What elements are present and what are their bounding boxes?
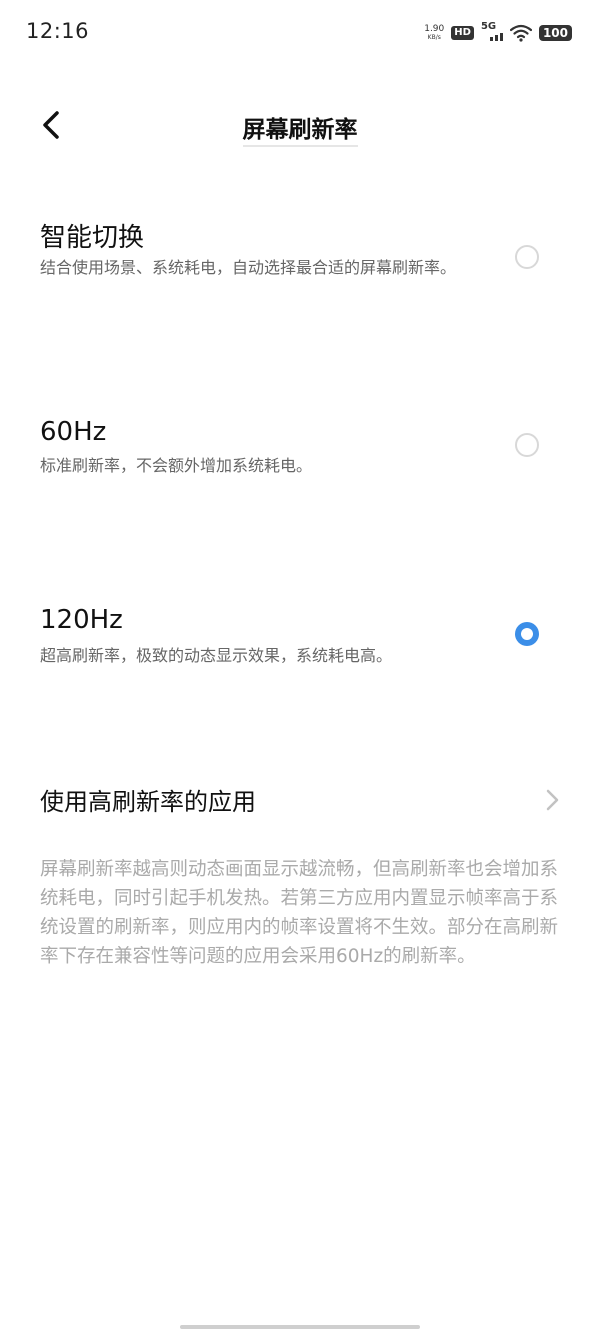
wifi-icon	[509, 24, 532, 42]
option-description: 标准刷新率，不会额外增加系统耗电。	[40, 456, 313, 475]
status-time: 12:16	[26, 19, 90, 43]
option-120hz[interactable]: 120Hz 超高刷新率，极致的动态显示效果，系统耗电高。	[0, 595, 600, 675]
option-60hz[interactable]: 60Hz 标准刷新率，不会额外增加系统耗电。	[0, 405, 600, 485]
refresh-rate-footnote: 屏幕刷新率越高则动态画面显示越流畅，但高刷新率也会增加系统耗电，同时引起手机发热…	[40, 859, 559, 967]
battery-icon: 100	[538, 24, 572, 42]
option-description: 结合使用场景、系统耗电，自动选择最合适的屏幕刷新率。	[40, 258, 457, 277]
high-refresh-apps-entry[interactable]: 使用高刷新率的应用	[0, 770, 600, 830]
radio-button-selected[interactable]	[515, 622, 539, 646]
network-speed: 1.90 KB/s	[424, 25, 444, 41]
chevron-right-icon	[546, 789, 559, 811]
radio-button[interactable]	[515, 245, 539, 269]
status-bar: 12:16 1.90 KB/s HD 5G 100	[0, 0, 600, 66]
option-title: 60Hz	[40, 417, 107, 447]
hd-icon: HD	[451, 26, 474, 40]
radio-button[interactable]	[515, 433, 539, 457]
network-speed-value: 1.90	[424, 24, 445, 34]
network-type-label: 5G	[480, 21, 497, 32]
high-refresh-apps-label: 使用高刷新率的应用	[40, 788, 256, 816]
option-smart-switch[interactable]: 智能切换 结合使用场景、系统耗电，自动选择最合适的屏幕刷新率。	[0, 205, 600, 315]
option-title: 智能切换	[40, 223, 145, 253]
network-speed-unit: KB/s	[427, 34, 441, 41]
option-description: 超高刷新率，极致的动态显示效果，系统耗电高。	[40, 646, 393, 665]
page-title: 屏幕刷新率	[0, 110, 600, 147]
cellular-signal-icon: 5G	[480, 21, 503, 43]
status-icons: 1.90 KB/s HD 5G 100	[424, 21, 572, 44]
app-header: 屏幕刷新率	[0, 90, 600, 160]
home-indicator[interactable]	[180, 1325, 420, 1329]
option-title: 120Hz	[40, 605, 123, 635]
